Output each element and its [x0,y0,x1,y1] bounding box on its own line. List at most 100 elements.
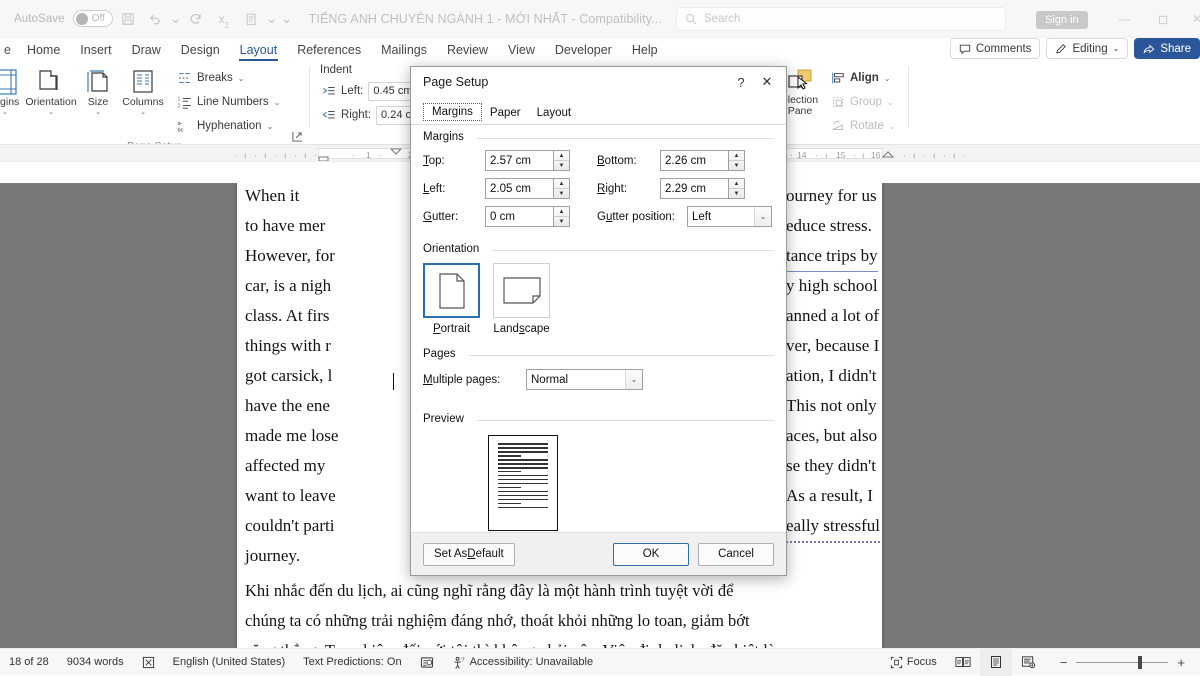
spinner-arrows[interactable]: ▲▼ [553,206,570,227]
read-mode-button[interactable] [946,649,980,676]
spinner-down-icon[interactable]: ▼ [554,189,569,198]
breaks-button[interactable]: Breaks ⌄ [172,66,285,90]
chevron-down-icon[interactable]: ⌄ [140,109,146,116]
margin-top-input[interactable] [485,150,553,171]
zoom-slider[interactable]: − + [1045,655,1200,670]
tab-design[interactable]: Design [171,41,230,59]
align-button[interactable]: Align ⌄ [826,66,901,90]
minimize-icon[interactable]: — [1110,8,1140,30]
zoom-in-button[interactable]: + [1168,655,1194,670]
tab-layout[interactable]: Layout [230,41,288,59]
chevron-down-icon[interactable]: ⌄ [48,109,54,116]
spinner-down-icon[interactable]: ▼ [554,217,569,226]
landscape-thumb[interactable] [493,263,550,318]
tab-insert[interactable]: Insert [70,41,121,59]
chevron-down-icon[interactable]: ⌄ [95,109,101,116]
proofing-status[interactable] [133,649,164,676]
focus-mode-button[interactable]: Focus [881,649,946,676]
help-icon[interactable]: ? [728,70,754,94]
spinner-down-icon[interactable]: ▼ [554,161,569,170]
text-predictions-status[interactable]: Text Predictions: On [294,649,410,676]
first-line-indent-marker[interactable] [316,146,332,162]
restore-icon[interactable] [1148,8,1178,30]
chevron-down-icon[interactable]: ⌄ [274,98,281,107]
gutter-input[interactable] [485,206,553,227]
spinner-arrows[interactable]: ▲▼ [728,178,745,199]
chevron-down-icon[interactable]: ⌄ [754,207,771,226]
save-icon[interactable] [115,6,141,32]
redo-icon[interactable] [183,6,209,32]
close-icon[interactable]: ✕ [1182,8,1200,30]
hyphenation-button[interactable]: a-bc Hyphenation ⌄ [172,114,285,138]
margin-right-input[interactable] [660,178,728,199]
paste-icon[interactable] [239,6,265,32]
margin-right-spinner[interactable]: ▲▼ [660,178,745,199]
language-status[interactable]: English (United States) [164,649,295,676]
tab-mailings[interactable]: Mailings [371,41,437,59]
margins-button[interactable]: argins ⌄ [0,65,24,116]
web-layout-button[interactable] [1012,649,1045,676]
cancel-button[interactable]: Cancel [698,543,774,566]
spinner-up-icon[interactable]: ▲ [729,179,744,189]
undo-dropdown-icon[interactable]: ⌄ [171,6,181,32]
zoom-track[interactable] [1076,662,1168,663]
portrait-thumb[interactable] [423,263,480,318]
spinner-up-icon[interactable]: ▲ [554,151,569,161]
subscript-icon[interactable]: x2 [211,6,237,32]
chevron-down-icon[interactable]: ⌄ [884,74,891,83]
chevron-down-icon[interactable]: ⌄ [2,109,8,116]
gutter-position-select[interactable]: Left ⌄ [687,206,772,227]
margin-bottom-spinner[interactable]: ▲▼ [660,150,745,171]
zoom-out-button[interactable]: − [1051,655,1077,670]
comments-button[interactable]: Comments [950,38,1041,59]
spinner-arrows[interactable]: ▲▼ [728,150,745,171]
spinner-up-icon[interactable]: ▲ [554,207,569,217]
margin-bottom-input[interactable] [660,150,728,171]
margin-left-input[interactable] [485,178,553,199]
paste-dropdown-icon[interactable]: ⌄ [267,6,277,32]
autosave-toggle[interactable]: Off [73,10,113,27]
tab-references[interactable]: References [287,41,371,59]
chevron-down-icon[interactable]: ⌄ [238,74,245,83]
spinner-down-icon[interactable]: ▼ [729,189,744,198]
search-box[interactable]: Search [676,7,1006,31]
word-count-status[interactable]: 9034 words [58,649,133,676]
undo-icon[interactable] [143,6,169,32]
display-settings-status[interactable] [411,649,443,676]
tab-file[interactable]: e [2,41,17,59]
columns-button[interactable]: Columns ⌄ [118,65,168,116]
sign-in-button[interactable]: Sign in [1036,11,1088,29]
spinner-up-icon[interactable]: ▲ [729,151,744,161]
editing-button[interactable]: Editing ⌄ [1046,38,1128,59]
multiple-pages-select[interactable]: Normal ⌄ [526,369,643,390]
accessibility-status[interactable]: ? Accessibility: Unavailable [443,649,603,676]
dialog-tab-margins[interactable]: Margins [423,103,482,121]
spinner-arrows[interactable]: ▲▼ [553,150,570,171]
ok-button[interactable]: OK [613,543,689,566]
right-indent-marker[interactable] [880,148,896,162]
spinner-arrows[interactable]: ▲▼ [553,178,570,199]
spinner-up-icon[interactable]: ▲ [554,179,569,189]
chevron-down-icon[interactable]: ⌄ [267,122,274,131]
hanging-indent-marker[interactable] [388,146,404,160]
dialog-tab-paper[interactable]: Paper [482,105,529,121]
orientation-button[interactable]: Orientation ⌄ [24,65,78,116]
margin-left-spinner[interactable]: ▲▼ [485,178,570,199]
customize-toolbar-icon[interactable]: ⌄ [279,6,295,32]
gutter-spinner[interactable]: ▲▼ [485,206,570,227]
tab-view[interactable]: View [498,41,545,59]
tab-review[interactable]: Review [437,41,498,59]
close-icon[interactable]: ✕ [754,70,780,94]
share-button[interactable]: Share [1134,38,1200,59]
orientation-landscape-option[interactable]: Landscape [493,263,550,335]
dialog-tab-layout[interactable]: Layout [529,105,580,121]
page-setup-dialog[interactable]: Page Setup ? ✕ Margins Paper Layout Marg… [410,66,787,576]
set-as-default-button[interactable]: Set As Default [423,543,515,566]
page-number-status[interactable]: 18 of 28 [0,649,58,676]
tab-help[interactable]: Help [622,41,668,59]
page-setup-dialog-launcher[interactable] [292,131,304,143]
tab-home[interactable]: Home [17,41,70,59]
tab-draw[interactable]: Draw [122,41,171,59]
zoom-thumb[interactable] [1138,656,1142,669]
size-button[interactable]: Size ⌄ [78,65,118,116]
